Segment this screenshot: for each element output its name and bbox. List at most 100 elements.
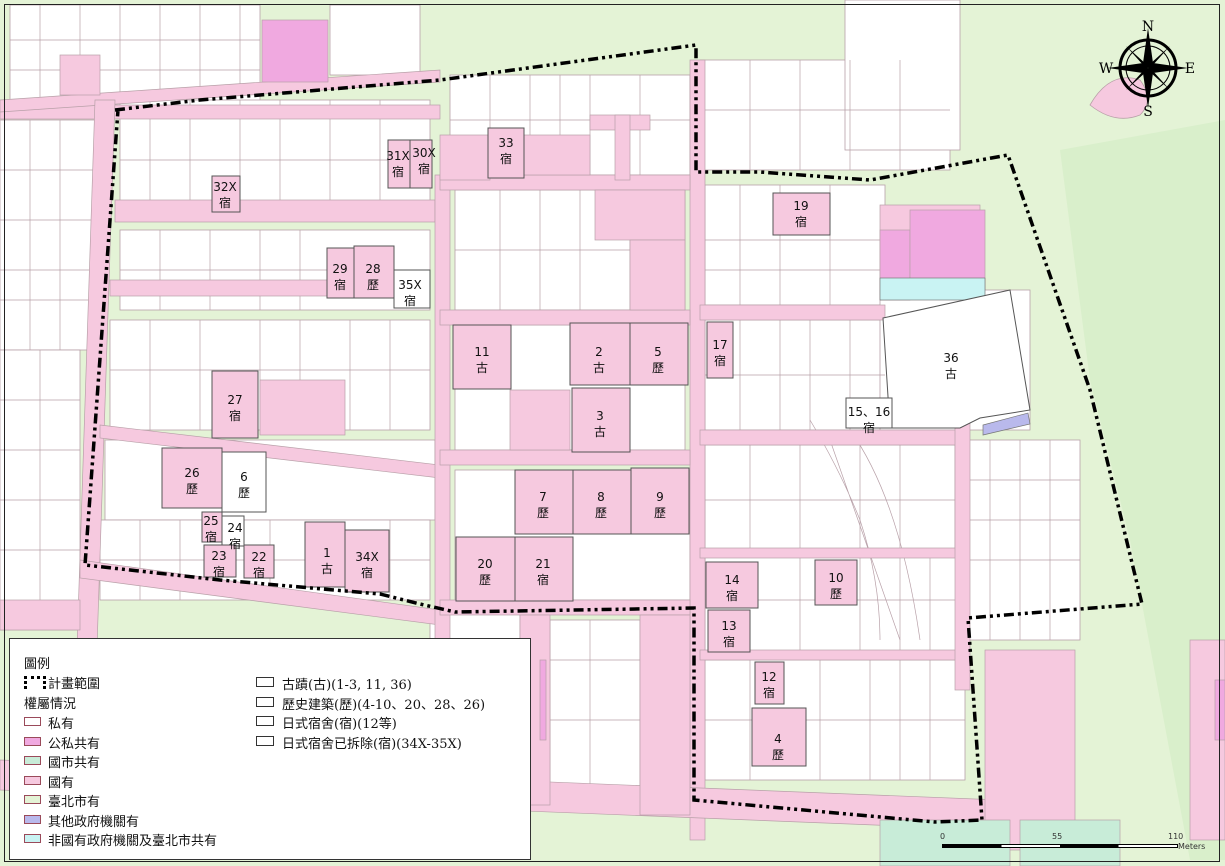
- site-type-label: 古: [945, 366, 957, 381]
- site-number-label: 31X: [386, 149, 410, 163]
- compass-s: S: [1143, 104, 1153, 120]
- site-number-label: 6: [240, 470, 248, 484]
- ownership-swatch: [24, 795, 41, 804]
- site-number-label: 36: [943, 351, 958, 365]
- site-type-swatch: [256, 735, 274, 746]
- site-number-label: 2: [595, 345, 603, 359]
- site-number-label: 27: [227, 393, 242, 407]
- site-type-label: 歷: [772, 748, 784, 762]
- site-type-label: 歷: [595, 506, 607, 520]
- site-number-label: 35X: [398, 278, 422, 292]
- site-number-label: 30X: [412, 146, 436, 160]
- site-type-label: 古: [321, 561, 333, 576]
- site-number-label: 15、16: [848, 405, 891, 419]
- site-type-label: 宿: [723, 634, 735, 649]
- scale-tick-110: 110: [1168, 832, 1184, 841]
- site-number-label: 11: [474, 345, 489, 359]
- site-number-label: 12: [761, 670, 776, 684]
- scale-tick-55: 55: [1052, 832, 1063, 841]
- ownership-swatch: [24, 775, 41, 785]
- site-number-label: 5: [654, 345, 662, 359]
- site-number-label: 26: [184, 466, 199, 480]
- site-type-legend-label: 歷史建築(歷)(4-10、20、28、26): [282, 697, 486, 713]
- ownership-label: 國市共有: [48, 756, 101, 771]
- site-type-swatch: [256, 716, 274, 726]
- site-type-label: 宿: [500, 151, 512, 166]
- site-type-legend-label: 古蹟(古)(1-3, 11, 36): [282, 678, 412, 693]
- ownership-swatch: [24, 756, 41, 765]
- site-type-label: 宿: [253, 565, 265, 580]
- site-type-label: 宿: [763, 685, 775, 700]
- site-number-label: 3: [596, 409, 604, 423]
- site-number-label: 9: [656, 490, 664, 504]
- site-type-label: 歷: [186, 482, 198, 496]
- site-type-label: 古: [476, 360, 488, 375]
- site-type-label: 宿: [714, 353, 726, 368]
- site-number-label: 8: [597, 490, 605, 504]
- compass-e: E: [1185, 61, 1195, 77]
- site-type-label: 古: [593, 360, 605, 375]
- ownership-label: 公私共有: [48, 736, 101, 752]
- scale-tick-0: 0: [940, 832, 946, 841]
- site-number-label: 33: [498, 136, 513, 150]
- site-type-label: 宿: [537, 572, 549, 587]
- ownership-swatch: [24, 736, 41, 746]
- site-type-label: 宿: [213, 564, 225, 579]
- site-type-legend-label: 日式宿舍已拆除(宿)(34X-35X): [282, 736, 462, 752]
- site-type-swatch: [256, 677, 274, 687]
- compass-n: N: [1142, 19, 1154, 35]
- ownership-label: 私有: [48, 717, 75, 732]
- site-number-label: 32X: [213, 180, 237, 194]
- site-number-label: 4: [774, 732, 782, 746]
- site-number-label: 17: [712, 338, 727, 352]
- site-number-label: 1: [323, 546, 331, 560]
- site-number-label: 23: [211, 549, 226, 563]
- site-type-label: 歷: [652, 361, 664, 375]
- ownership-swatch: [24, 814, 41, 824]
- site-type-label: 古: [594, 424, 606, 439]
- scale-bar-graphic: [942, 844, 1178, 848]
- site-type-legend-label: 日式宿舍(宿)(12等): [282, 717, 397, 732]
- boundary-swatch-icon: [24, 676, 46, 689]
- legend-plan-boundary: 計畫範圍: [48, 677, 101, 692]
- site-type-label: 歷: [479, 573, 491, 587]
- scale-unit: Meters: [1178, 842, 1206, 851]
- site-type-label: 宿: [219, 195, 231, 210]
- ownership-label: 國有: [48, 775, 75, 791]
- site-number-label: 14: [724, 573, 739, 587]
- site-type-label: 宿: [863, 420, 875, 435]
- site-type-label: 歷: [238, 486, 250, 500]
- site-number-label: 20: [477, 557, 492, 571]
- site-type-label: 宿: [392, 164, 404, 179]
- site-type-label: 宿: [726, 588, 738, 603]
- ownership-label: 臺北市有: [48, 795, 101, 810]
- site-type-label: 宿: [795, 214, 807, 229]
- ownership-label: 其他政府機關有: [48, 814, 140, 830]
- map-legend: 圖例 計畫範圍 權屬情況 私有 公私共有 國市共有 國有 臺北市有 其他政府機關有 非國有政…: [9, 638, 531, 860]
- site-number-label: 19: [793, 199, 808, 213]
- site-type-label: 宿: [404, 293, 416, 308]
- ownership-label: 非國有政府機關及臺北市共有: [48, 834, 218, 849]
- site-type-label: 歷: [654, 506, 666, 520]
- site-type-swatch: [256, 696, 274, 707]
- site-type-label: 歷: [367, 278, 379, 292]
- site-number-label: 21: [535, 557, 550, 571]
- non-state-gov-parcel: [879, 277, 986, 301]
- site-type-label: 宿: [334, 277, 346, 292]
- scale-bar: 0 55 110 Meters: [940, 832, 1205, 862]
- site-type-label: 歷: [830, 587, 842, 601]
- site-number-label: 24: [227, 521, 242, 535]
- site-type-label: 宿: [205, 529, 217, 544]
- site-type-label: 宿: [418, 161, 430, 176]
- site-number-label: 13: [721, 619, 736, 633]
- site-type-label: 宿: [229, 536, 241, 551]
- site-number-label: 25: [203, 514, 218, 528]
- site-number-label: 10: [828, 571, 843, 585]
- legend-title: 圖例: [24, 657, 51, 672]
- site-number-label: 22: [251, 550, 266, 564]
- site-number-label: 28: [365, 262, 380, 276]
- site-type-label: 宿: [229, 408, 241, 423]
- site-type-label: 歷: [537, 506, 549, 520]
- site-type-label: 宿: [361, 565, 373, 580]
- site-number-label: 29: [332, 262, 347, 276]
